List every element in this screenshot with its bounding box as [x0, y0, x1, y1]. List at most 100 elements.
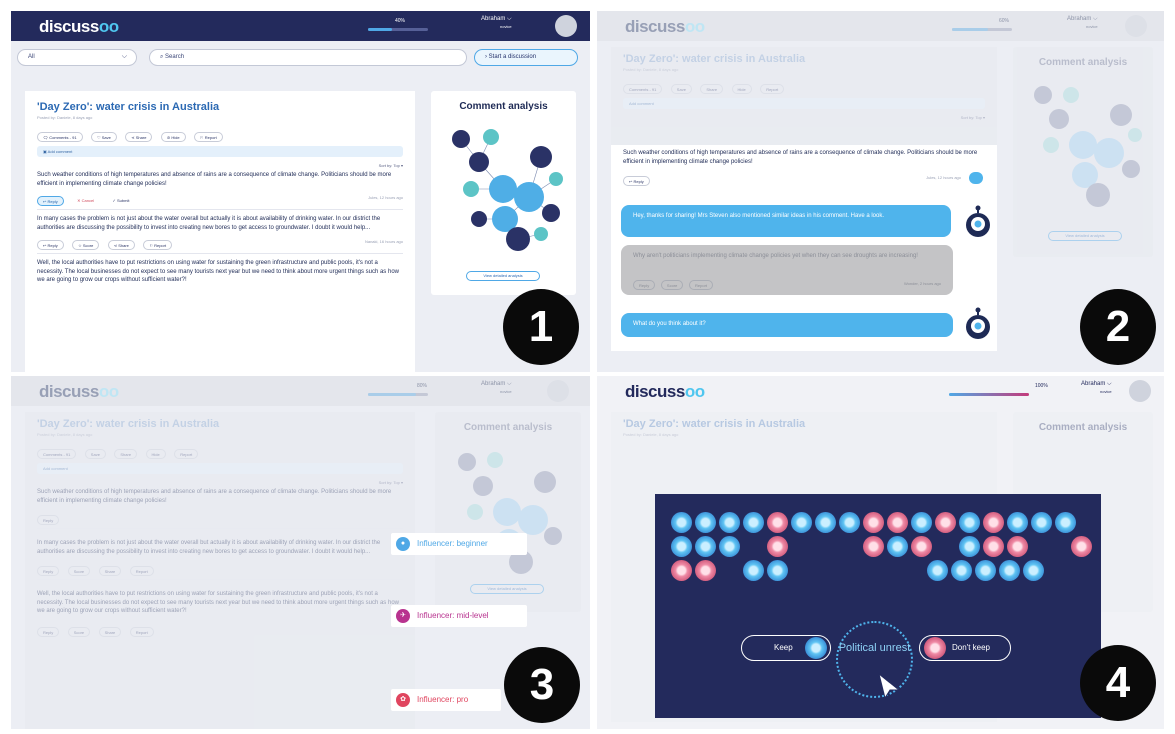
- page-title: 'Day Zero': water crisis in Australia: [623, 53, 806, 65]
- search-input[interactable]: ⌕ Search: [149, 49, 467, 66]
- report-button[interactable]: Report: [129, 565, 154, 576]
- start-discussion-button[interactable]: › Start a discussion: [474, 49, 578, 66]
- view-analysis-button[interactable]: View detailed analysis: [1048, 231, 1122, 241]
- report-button[interactable]: Report: [129, 627, 154, 638]
- user-menu[interactable]: Abraham ⌵ novice: [481, 381, 512, 395]
- opinion-sphere[interactable]: [863, 536, 884, 557]
- sort-dropdown[interactable]: Sort by: Top ▾: [37, 163, 403, 168]
- opinion-sphere[interactable]: [863, 512, 884, 533]
- report-button[interactable]: Report: [689, 280, 714, 290]
- reply-button[interactable]: ↩ Reply: [37, 239, 64, 250]
- score-button[interactable]: Score: [67, 627, 91, 638]
- avatar[interactable]: [547, 380, 569, 402]
- chat-area: Hey, thanks for sharing! Mrs Steven also…: [611, 201, 997, 351]
- opinion-sphere[interactable]: [1007, 512, 1028, 533]
- share-button[interactable]: Share: [98, 627, 122, 638]
- cancel-button[interactable]: ✕ Cancel: [72, 196, 99, 206]
- opinion-sphere[interactable]: [1055, 512, 1076, 533]
- comments-button[interactable]: 🗨 Comments - 91: [37, 131, 83, 142]
- share-button[interactable]: ⋖ Share: [125, 131, 153, 142]
- opinion-sphere[interactable]: [911, 536, 932, 557]
- chat-bubble-icon: ●: [396, 537, 410, 551]
- hide-button[interactable]: ⊘ Hide: [160, 131, 186, 142]
- avatar[interactable]: [1125, 15, 1147, 37]
- comments-button[interactable]: Comments - 91: [37, 448, 77, 459]
- report-button[interactable]: ⚐ Report: [194, 131, 223, 142]
- category-dropdown[interactable]: All ⌵: [17, 49, 137, 66]
- report-button[interactable]: Report: [760, 83, 785, 94]
- top-bar: discussoo 80% Abraham ⌵ novice: [11, 376, 590, 406]
- add-comment-button[interactable]: Add comment: [37, 463, 403, 474]
- opinion-sphere[interactable]: [767, 512, 788, 533]
- sort-dropdown[interactable]: Sort by: Top ▾: [623, 115, 985, 120]
- opinion-sphere[interactable]: [983, 536, 1004, 557]
- user-menu[interactable]: Abraham ⌵ novice: [1081, 381, 1112, 395]
- opinion-sphere[interactable]: [959, 512, 980, 533]
- hide-button[interactable]: Hide: [731, 83, 752, 94]
- opinion-sphere[interactable]: [695, 560, 716, 581]
- opinion-sphere[interactable]: [815, 512, 836, 533]
- reply-button[interactable]: Reply: [37, 627, 60, 638]
- sort-dropdown[interactable]: Sort by: Top ▾: [37, 480, 403, 485]
- score-button[interactable]: Score: [67, 565, 91, 576]
- opinion-sphere[interactable]: [1023, 560, 1044, 581]
- report-button[interactable]: ⚐ Report: [143, 239, 173, 250]
- save-button[interactable]: Save: [670, 83, 692, 94]
- hide-button[interactable]: Hide: [145, 448, 166, 459]
- opinion-sphere[interactable]: [887, 512, 908, 533]
- view-analysis-button[interactable]: View detailed analysis: [470, 584, 544, 594]
- submit-button[interactable]: ✓ Submit: [108, 196, 135, 206]
- opinion-sphere[interactable]: [671, 536, 692, 557]
- score-button[interactable]: ☆ Score: [72, 239, 100, 250]
- save-button[interactable]: Save: [84, 448, 106, 459]
- opinion-sphere[interactable]: [1071, 536, 1092, 557]
- comments-button[interactable]: Comments - 91: [623, 83, 663, 94]
- opinion-sphere[interactable]: [719, 512, 740, 533]
- opinion-sphere[interactable]: [791, 512, 812, 533]
- add-comment-button[interactable]: Add comment: [623, 98, 985, 109]
- opinion-sphere[interactable]: [767, 536, 788, 557]
- share-button[interactable]: Share: [700, 83, 724, 94]
- user-menu[interactable]: Abraham ⌵ novice: [1067, 16, 1098, 30]
- chat-icon[interactable]: [969, 172, 983, 184]
- opinion-sphere[interactable]: [951, 560, 972, 581]
- opinion-sphere[interactable]: [695, 512, 716, 533]
- view-analysis-button[interactable]: View detailed analysis: [466, 271, 540, 281]
- opinion-sphere[interactable]: [767, 560, 788, 581]
- opinion-sphere[interactable]: [695, 536, 716, 557]
- opinion-sphere[interactable]: [1007, 536, 1028, 557]
- opinion-sphere[interactable]: [935, 512, 956, 533]
- progress-label: 60%: [999, 18, 1010, 24]
- dont-keep-button[interactable]: Don't keep: [919, 635, 1011, 661]
- opinion-sphere[interactable]: [975, 560, 996, 581]
- share-button[interactable]: Share: [114, 448, 138, 459]
- report-button[interactable]: Report: [174, 448, 199, 459]
- share-button[interactable]: Share: [98, 565, 122, 576]
- reply-button[interactable]: Reply: [37, 514, 60, 525]
- add-comment-button[interactable]: ▣ Add comment: [37, 146, 403, 157]
- avatar[interactable]: [1129, 380, 1151, 402]
- opinion-sphere[interactable]: [911, 512, 932, 533]
- save-button[interactable]: ♡ Save: [91, 131, 117, 142]
- keep-button[interactable]: Keep: [741, 635, 831, 661]
- opinion-sphere[interactable]: [839, 512, 860, 533]
- share-button[interactable]: ⋖ Share: [107, 239, 135, 250]
- opinion-sphere[interactable]: [743, 560, 764, 581]
- opinion-sphere[interactable]: [1031, 512, 1052, 533]
- user-menu[interactable]: Abraham ⌵ novice: [481, 16, 512, 30]
- opinion-sphere[interactable]: [999, 560, 1020, 581]
- opinion-sphere[interactable]: [983, 512, 1004, 533]
- opinion-sphere[interactable]: [671, 512, 692, 533]
- reply-button[interactable]: Reply: [37, 565, 60, 576]
- opinion-sphere[interactable]: [887, 536, 908, 557]
- opinion-sphere[interactable]: [959, 536, 980, 557]
- reply-button[interactable]: Reply: [633, 280, 656, 290]
- opinion-sphere[interactable]: [927, 560, 948, 581]
- opinion-sphere[interactable]: [719, 536, 740, 557]
- reply-button[interactable]: ↩ Reply: [623, 175, 650, 186]
- score-button[interactable]: Score: [660, 280, 684, 290]
- reply-button[interactable]: ↩ Reply: [37, 195, 64, 206]
- opinion-sphere[interactable]: [671, 560, 692, 581]
- avatar[interactable]: [555, 15, 577, 37]
- opinion-sphere[interactable]: [743, 512, 764, 533]
